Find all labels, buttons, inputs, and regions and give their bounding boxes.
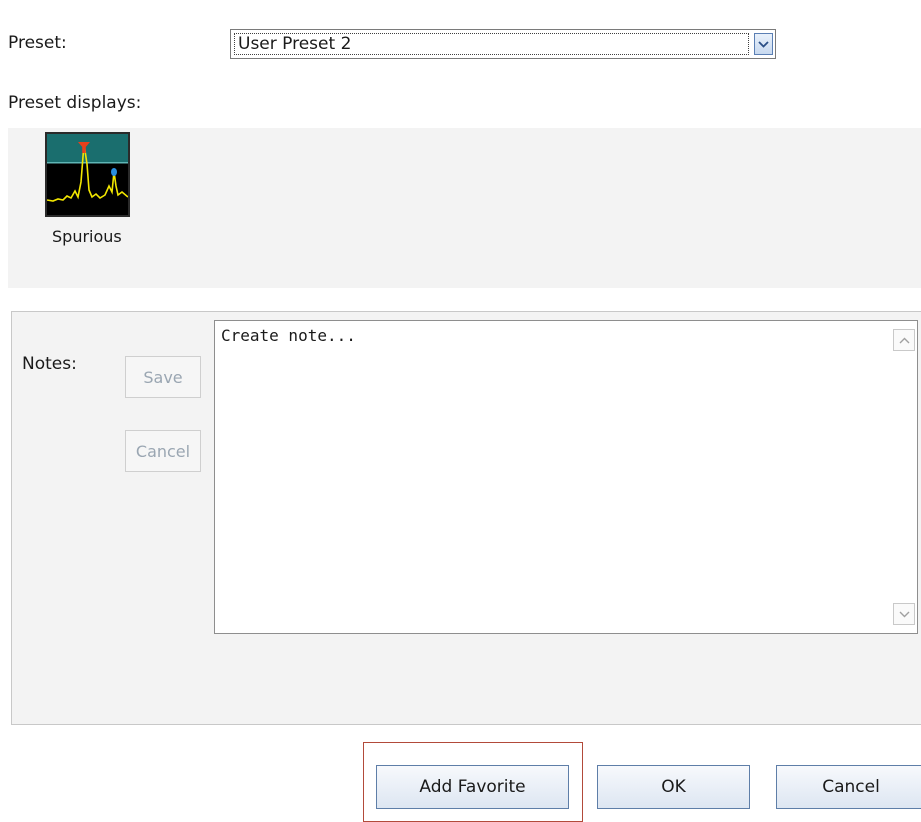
spurious-spectrum-icon <box>46 134 129 215</box>
save-note-button[interactable]: Save <box>125 356 201 398</box>
preset-label: Preset: <box>8 33 67 53</box>
display-thumbnail-spurious[interactable] <box>45 132 130 217</box>
cancel-note-button[interactable]: Cancel <box>125 430 201 472</box>
preset-displays-panel <box>8 128 921 288</box>
scroll-up-icon[interactable] <box>893 329 915 351</box>
notes-label: Notes: <box>22 354 77 374</box>
display-thumbnail-caption: Spurious <box>52 227 122 246</box>
notes-placeholder: Create note... <box>221 326 356 345</box>
cancel-button[interactable]: Cancel <box>776 765 921 809</box>
scroll-down-icon[interactable] <box>893 603 915 625</box>
preset-displays-label: Preset displays: <box>8 93 142 113</box>
chevron-down-icon[interactable] <box>754 33 773 55</box>
notes-textarea[interactable]: Create note... <box>214 320 918 634</box>
ok-button[interactable]: OK <box>597 765 750 809</box>
preset-selected-value: User Preset 2 <box>234 33 749 55</box>
preset-dropdown[interactable]: User Preset 2 <box>230 29 776 59</box>
add-favorite-button[interactable]: Add Favorite <box>376 765 569 809</box>
